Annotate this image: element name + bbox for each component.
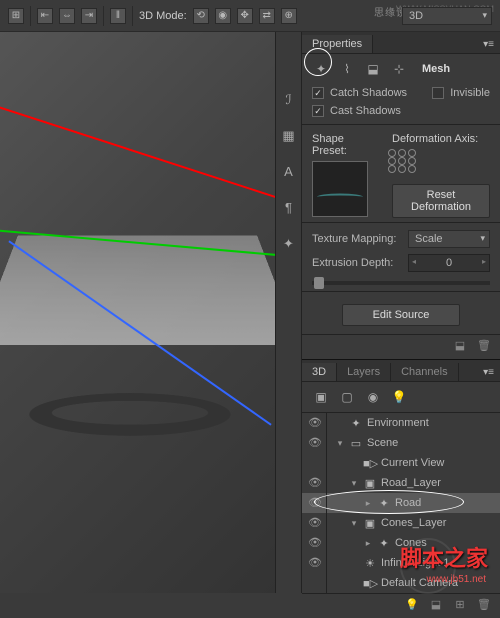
tool-icon[interactable]: ⊞ [8, 8, 24, 24]
item-label: Road_Layer [381, 477, 441, 489]
slide-icon[interactable]: ⇄ [259, 8, 275, 24]
item-label: Current View [381, 457, 444, 469]
roll-icon[interactable]: ◉ [215, 8, 231, 24]
vertical-toolstrip: ℐ ▦ A ¶ ✦ [276, 32, 302, 593]
edit-source-button[interactable]: Edit Source [342, 304, 460, 326]
item-type-icon: ✦ [377, 537, 391, 550]
tree-row[interactable]: 👁 ▾ ▣ Cones_Layer [302, 513, 500, 533]
tree-row[interactable]: ■▷ Current View [302, 453, 500, 473]
tab-layers[interactable]: Layers [337, 363, 391, 381]
item-label: Cones_Layer [381, 517, 446, 529]
twisty-icon[interactable]: ▾ [349, 478, 359, 489]
twisty-icon[interactable]: ▸ [363, 538, 373, 549]
align-icon-3[interactable]: ⇥ [81, 8, 97, 24]
render-icon-2[interactable]: ⬓ [428, 598, 444, 614]
checkbox-cast-shadows[interactable]: ✓ [312, 105, 324, 117]
visibility-icon[interactable] [308, 456, 322, 470]
item-label: Environment [367, 417, 429, 429]
item-type-icon: ■▷ [363, 577, 377, 590]
highlight-ellipse-road [314, 490, 464, 514]
visibility-icon[interactable]: 👁 [308, 556, 322, 570]
viewport-3d[interactable] [0, 32, 275, 593]
visibility-icon[interactable]: 👁 [308, 436, 322, 450]
filter-mesh-icon[interactable]: ▢ [338, 388, 356, 406]
reset-deformation-button[interactable]: Reset Deformation [392, 184, 490, 218]
twisty-icon[interactable]: ▾ [349, 518, 359, 529]
visibility-icon[interactable]: 👁 [308, 536, 322, 550]
render-icon[interactable]: ⬓ [452, 339, 468, 355]
filter-scene-icon[interactable]: ▣ [312, 388, 330, 406]
item-type-icon: ▣ [363, 477, 377, 490]
visibility-icon[interactable]: 👁 [308, 416, 322, 430]
item-type-icon: ■▷ [363, 457, 377, 470]
align-icon-2[interactable]: ⇔ [59, 8, 75, 24]
watermark-url: www.jb51.net [427, 574, 486, 585]
extrusion-slider[interactable] [312, 281, 490, 285]
visibility-icon[interactable]: 👁 [308, 476, 322, 490]
label-cast-shadows: Cast Shadows [330, 105, 401, 117]
tool-paragraph-icon[interactable]: ¶ [280, 200, 298, 218]
extrusion-depth-field[interactable]: 0 [408, 254, 490, 272]
item-type-icon: ▣ [363, 517, 377, 530]
label-texture-mapping: Texture Mapping: [312, 233, 402, 245]
item-label: Scene [367, 437, 398, 449]
trash-icon[interactable]: 🗑 [476, 339, 492, 355]
deform-filter-icon[interactable]: ⌇ [338, 60, 356, 78]
deformation-axis-grid[interactable] [388, 149, 416, 173]
new-light-icon[interactable]: 💡 [404, 598, 420, 614]
tool-swatches-icon[interactable]: ▦ [280, 128, 298, 146]
trash-icon-2[interactable]: 🗑 [476, 598, 492, 614]
texture-mapping-dropdown[interactable]: Scale [408, 230, 490, 248]
new-icon[interactable]: ⊞ [452, 598, 468, 614]
properties-panel: Properties ▾≡ ✦ ⌇ ⬓ ⊹ Mesh ✓ Catch Shado… [302, 32, 500, 359]
align-icon-1[interactable]: ⇤ [37, 8, 53, 24]
label-shape-preset: Shape Preset: [302, 129, 382, 161]
distribute-icon[interactable]: ‖ [110, 8, 126, 24]
item-type-icon: ☀ [363, 557, 377, 570]
filter-material-icon[interactable]: ◉ [364, 388, 382, 406]
tree-row[interactable]: 👁 ✦ Environment [302, 413, 500, 433]
shape-preset-picker[interactable] [312, 161, 368, 217]
tab-3d[interactable]: 3D [302, 363, 337, 381]
cap-filter-icon[interactable]: ⬓ [364, 60, 382, 78]
twisty-icon[interactable]: ▾ [335, 438, 345, 449]
zoom-icon[interactable]: ⊕ [281, 8, 297, 24]
tool-type-icon[interactable]: A [280, 164, 298, 182]
workspace-dropdown[interactable]: 3D [402, 7, 492, 25]
label-deformation-axis: Deformation Axis: [382, 129, 500, 149]
label-extrusion-depth: Extrusion Depth: [312, 257, 402, 269]
highlight-circle-mesh [304, 48, 332, 76]
coord-filter-icon[interactable]: ⊹ [390, 60, 408, 78]
tool-eyedropper-icon[interactable]: ℐ [280, 92, 298, 110]
checkbox-catch-shadows[interactable]: ✓ [312, 87, 324, 99]
item-type-icon: ✦ [349, 417, 363, 430]
mesh-label: Mesh [422, 63, 450, 75]
label-invisible: Invisible [450, 87, 490, 99]
item-type-icon: ▭ [349, 437, 363, 450]
tool-adjust-icon[interactable]: ✦ [280, 236, 298, 254]
label-catch-shadows: Catch Shadows [330, 87, 407, 99]
watermark-cn: 脚本之家 [400, 541, 488, 573]
visibility-icon[interactable]: 👁 [308, 516, 322, 530]
checkbox-invisible[interactable] [432, 87, 444, 99]
panel-menu-icon[interactable]: ▾≡ [477, 36, 500, 53]
visibility-icon[interactable] [308, 576, 322, 590]
filter-light-icon[interactable]: 💡 [390, 388, 408, 406]
pan-icon[interactable]: ✥ [237, 8, 253, 24]
mode-label: 3D Mode: [139, 10, 187, 22]
tree-row[interactable]: 👁 ▾ ▭ Scene [302, 433, 500, 453]
orbit-icon[interactable]: ⟲ [193, 8, 209, 24]
panel-menu-icon-3d[interactable]: ▾≡ [477, 364, 500, 381]
tab-channels[interactable]: Channels [391, 363, 458, 381]
